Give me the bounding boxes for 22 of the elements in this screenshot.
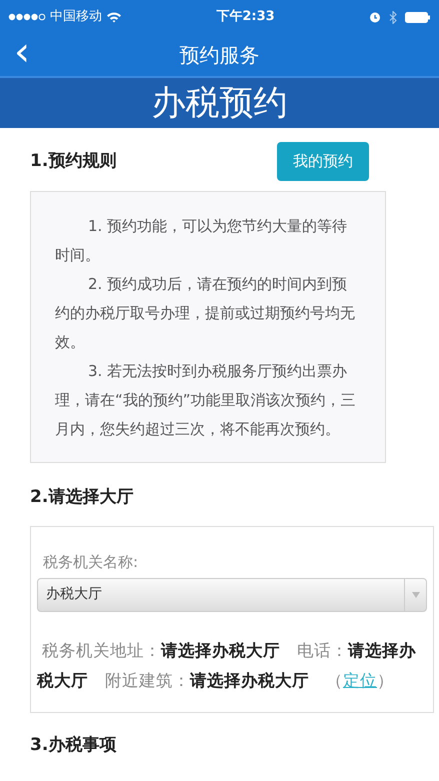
wifi-icon xyxy=(106,11,122,23)
signal-icon xyxy=(8,13,46,21)
hall-select[interactable]: 办税大厅 xyxy=(37,578,427,612)
my-appointments-button[interactable]: 我的预约 xyxy=(277,142,369,180)
rule-text: 3. 若无法按时到办税服务厅预约出票办理，请在“我的预约”功能里取消该次预约，三月内，您失约超过三次，将不能再次预约。 xyxy=(55,360,357,440)
alarm-clock-icon xyxy=(369,11,382,23)
back-button[interactable]: ‹ xyxy=(0,32,44,72)
rule-text: 2. 预约成功后，请在预约的时间内到预约的办税厅取号办理，提前或过期预约号均无效。 xyxy=(55,274,356,352)
bluetooth-icon xyxy=(389,10,398,24)
section-heading: 1.预约规则 xyxy=(30,150,116,172)
battery-icon xyxy=(405,12,432,22)
banner-title: 办税预约 xyxy=(152,82,288,124)
hall-info-text: 税务机关地址：请选择办税大厅 电话：请选择办税大厅 附近建筑：请选择办税大厅 （定位） xyxy=(37,640,417,692)
section-heading: 3.办税事项 xyxy=(30,734,116,756)
dropdown-arrow-icon xyxy=(412,592,420,598)
field-label: 税务机关名称: xyxy=(42,552,140,573)
status-time: 下午2:33 xyxy=(215,8,276,26)
rule-text: 1. 预约功能，可以为您节约大量的等待时间。 xyxy=(55,216,348,266)
section-heading: 2.请选择大厅 xyxy=(30,486,134,508)
locate-link[interactable]: 定位 xyxy=(343,670,377,690)
nav-title: 预约服务 xyxy=(180,42,260,69)
carrier-name: 中国移动 xyxy=(50,8,102,26)
